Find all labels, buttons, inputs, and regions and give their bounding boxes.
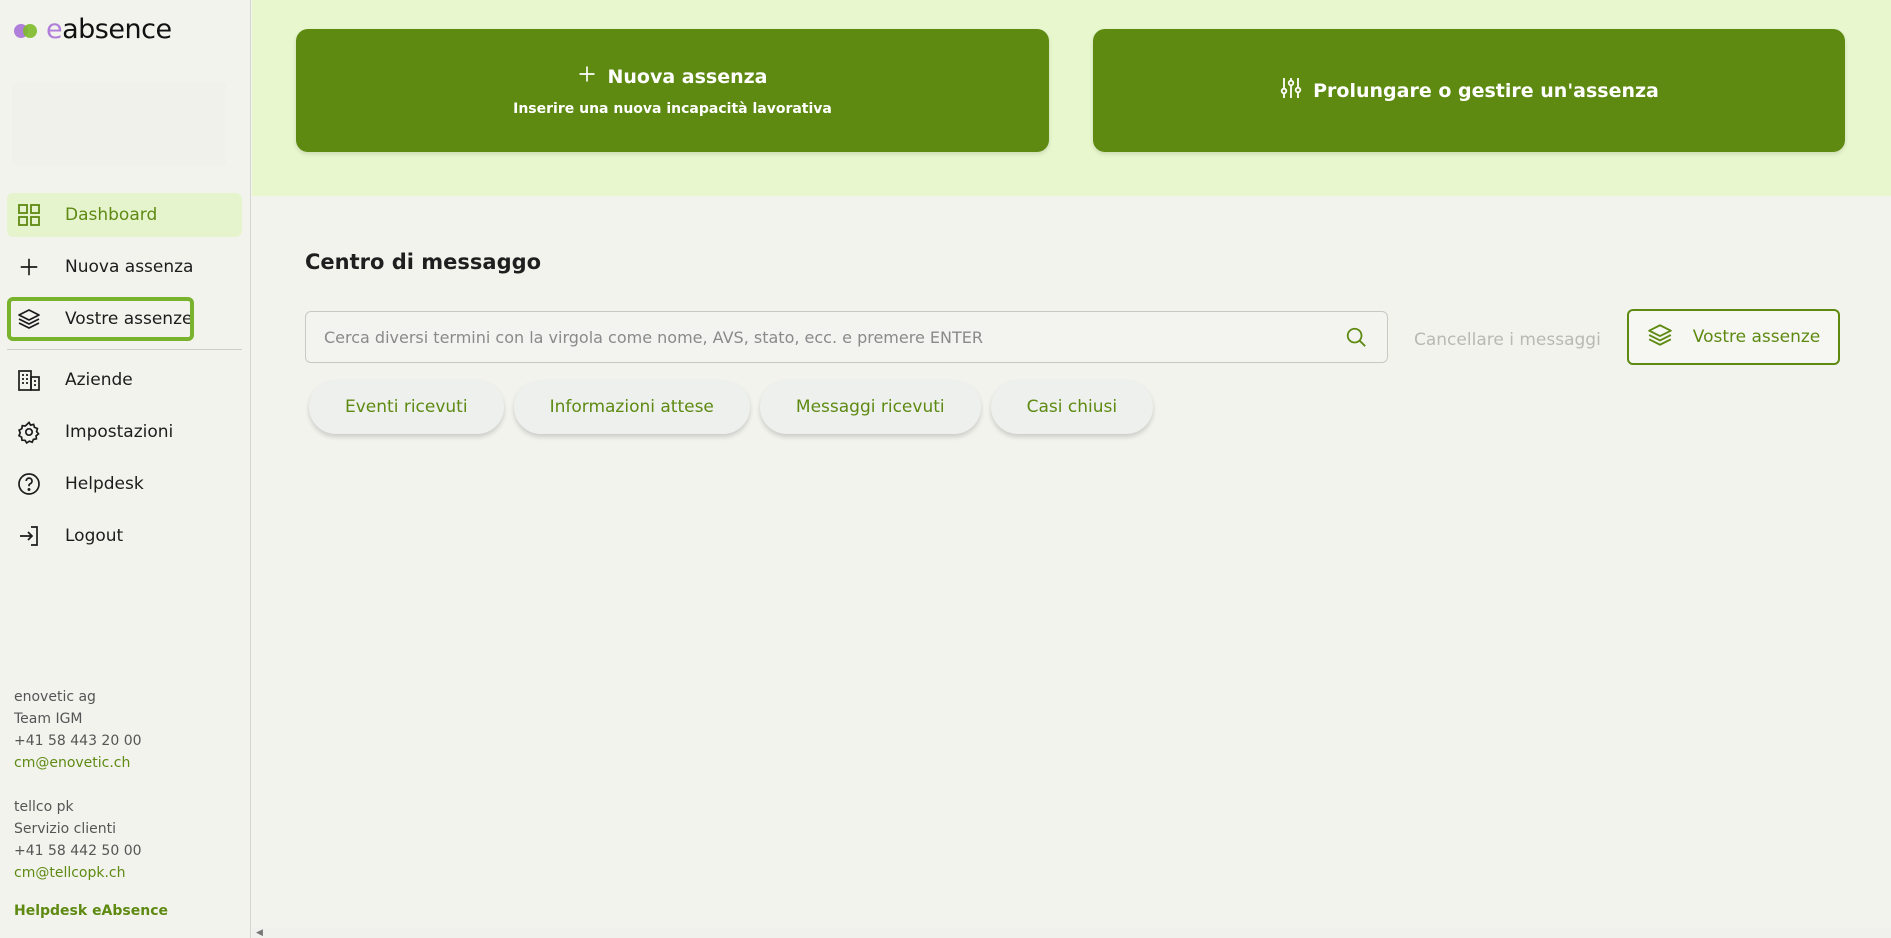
chip-received-messages[interactable]: Messaggi ricevuti — [759, 380, 981, 434]
your-absences-label: Vostre assenze — [1692, 327, 1821, 347]
your-absences-button[interactable]: Vostre assenze — [1627, 309, 1840, 365]
contact-team: Servizio clienti — [14, 821, 117, 837]
contact-email-link[interactable]: cm@tellcopk.ch — [14, 862, 168, 884]
layers-icon — [1647, 322, 1673, 353]
contact-phone: +41 58 442 50 00 — [14, 843, 142, 859]
sidebar-nav: Dashboard Nuova assenza Vostre assenze A… — [7, 193, 242, 566]
search-input[interactable] — [306, 326, 1341, 348]
message-filter-chips: Eventi ricevuti Informazioni attese Mess… — [309, 380, 1154, 434]
contact-team: Team IGM — [14, 711, 83, 727]
sidebar-item-label: Impostazioni — [65, 422, 174, 442]
plus-icon — [577, 64, 597, 89]
contact-company-name: tellco pk — [14, 799, 74, 815]
sidebar: eabsence Dashboard Nuova assenza Vostre … — [0, 0, 251, 938]
new-absence-button[interactable]: Nuova assenza Inserire una nuova incapac… — [296, 29, 1049, 152]
dashboard-grid-icon — [15, 201, 43, 229]
new-absence-title: Nuova assenza — [607, 65, 768, 88]
sidebar-divider — [7, 349, 242, 350]
sidebar-item-label: Dashboard — [65, 205, 158, 225]
contact-company-name: enovetic ag — [14, 689, 96, 705]
scroll-left-arrow-icon[interactable]: ◀ — [256, 928, 263, 938]
sidebar-item-logout[interactable]: Logout — [7, 514, 242, 558]
sidebar-item-label: Helpdesk — [65, 474, 144, 494]
sidebar-item-new-absence[interactable]: Nuova assenza — [7, 245, 242, 289]
chip-closed-cases[interactable]: Casi chiusi — [990, 380, 1154, 434]
sidebar-item-settings[interactable]: Impostazioni — [7, 410, 242, 454]
chip-received-events[interactable]: Eventi ricevuti — [309, 380, 504, 434]
help-circle-icon — [15, 470, 43, 498]
sidebar-item-dashboard[interactable]: Dashboard — [7, 193, 242, 237]
sidebar-item-label: Aziende — [65, 370, 133, 390]
sidebar-item-helpdesk[interactable]: Helpdesk — [7, 462, 242, 506]
clear-messages-button[interactable]: Cancellare i messaggi — [1414, 330, 1601, 350]
sidebar-item-label: Logout — [65, 526, 124, 546]
sidebar-item-label: Vostre assenze — [65, 309, 193, 329]
chip-expected-information[interactable]: Informazioni attese — [513, 380, 750, 434]
profile-placeholder — [12, 82, 226, 166]
search-icon[interactable] — [1341, 322, 1371, 352]
plus-icon — [15, 253, 43, 281]
app-logo[interactable]: eabsence — [14, 14, 172, 45]
sliders-icon — [1279, 76, 1303, 105]
manage-absence-title: Prolungare o gestire un'assenza — [1313, 79, 1659, 102]
sidebar-item-companies[interactable]: Aziende — [7, 358, 242, 402]
page-title: Centro di messaggo — [305, 250, 542, 274]
contact-email-link[interactable]: cm@enovetic.ch — [14, 752, 168, 774]
layers-icon — [15, 305, 43, 333]
gear-icon — [15, 418, 43, 446]
contact-info: enovetic ag Team IGM +41 58 443 20 00 cm… — [14, 686, 168, 922]
logout-icon — [15, 522, 43, 550]
logo-text: eabsence — [46, 14, 172, 45]
building-icon — [15, 366, 43, 394]
sidebar-item-your-absences[interactable]: Vostre assenze — [7, 297, 194, 341]
search-bar — [305, 311, 1388, 363]
helpdesk-link[interactable]: Helpdesk eAbsence — [14, 900, 168, 922]
horizontal-scrollbar[interactable]: ◀ — [252, 928, 1891, 938]
manage-absence-button[interactable]: Prolungare o gestire un'assenza — [1093, 29, 1845, 152]
new-absence-subtitle: Inserire una nuova incapacità lavorativa — [513, 101, 832, 117]
contact-phone: +41 58 443 20 00 — [14, 733, 142, 749]
logo-mark-icon — [14, 21, 42, 39]
sidebar-item-label: Nuova assenza — [65, 257, 194, 277]
